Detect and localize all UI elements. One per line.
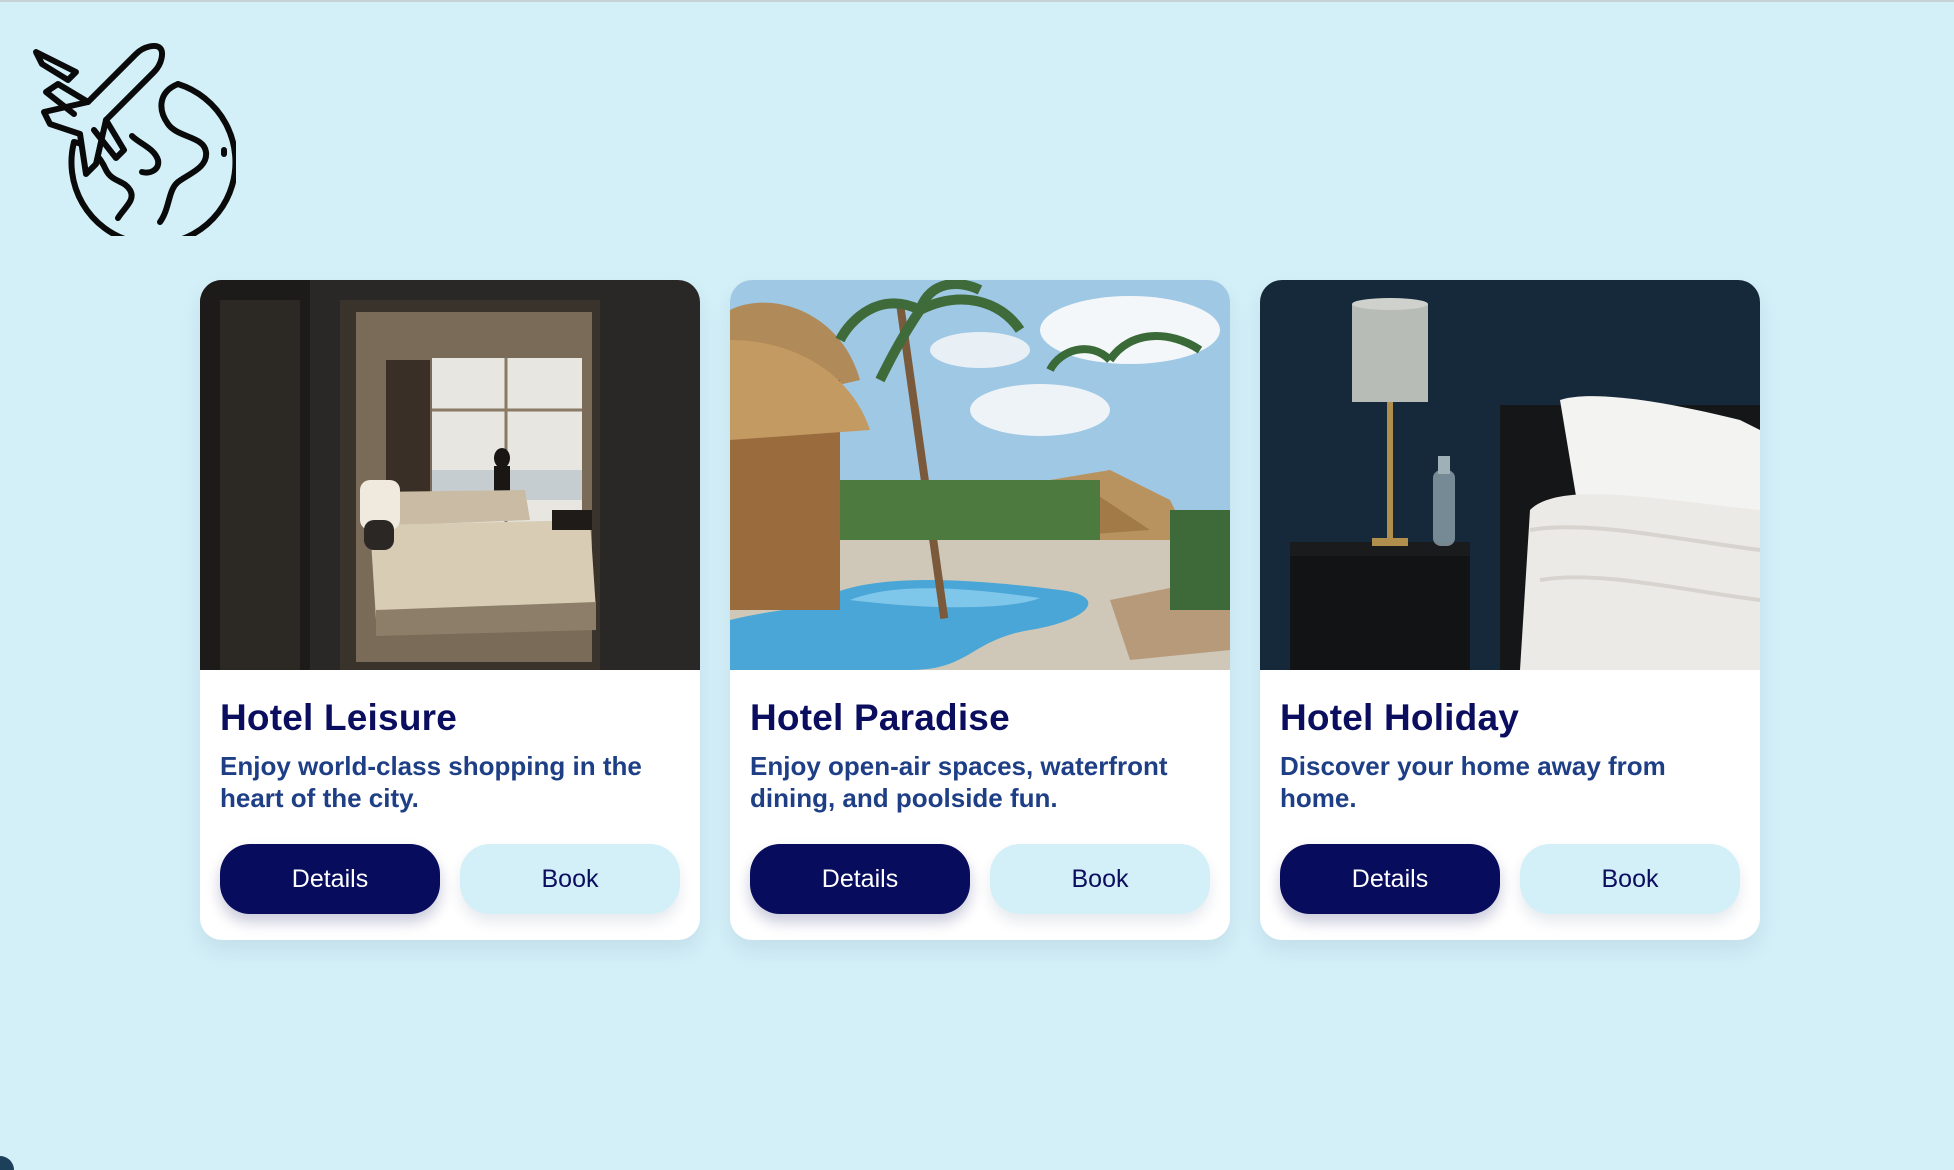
hotel-title: Hotel Paradise	[750, 697, 1010, 738]
top-border	[0, 0, 1954, 2]
hotel-holiday-photo	[1260, 280, 1760, 670]
hotel-leisure-photo	[200, 280, 700, 670]
hotel-description: Discover your home away from home.	[1280, 751, 1666, 813]
hotel-paradise-photo	[730, 280, 1230, 670]
details-button[interactable]: Details	[220, 844, 440, 914]
book-button[interactable]: Book	[1520, 844, 1740, 914]
card-actions: Details Book	[220, 844, 680, 914]
details-button[interactable]: Details	[750, 844, 970, 914]
book-button[interactable]: Book	[460, 844, 680, 914]
hotel-card-leisure: Hotel Leisure Enjoy world-class shopping…	[200, 280, 700, 940]
hotel-card-paradise: Hotel Paradise Enjoy open-air spaces, wa…	[730, 280, 1230, 940]
book-button[interactable]: Book	[990, 844, 1210, 914]
hotel-title: Hotel Leisure	[220, 697, 457, 738]
hotel-title: Hotel Holiday	[1280, 697, 1520, 738]
card-actions: Details Book	[1280, 844, 1740, 914]
card-actions: Details Book	[750, 844, 1210, 914]
details-button[interactable]: Details	[1280, 844, 1500, 914]
hotel-card-list: Hotel Leisure Enjoy world-class shopping…	[200, 280, 1760, 940]
airplane-globe-icon	[28, 32, 239, 248]
window-corner	[0, 1156, 14, 1170]
hotel-description: Enjoy world-class shopping in the heart …	[220, 751, 642, 813]
hotel-description: Enjoy open-air spaces, waterfront dining…	[750, 751, 1168, 813]
hotel-card-holiday: Hotel Holiday Discover your home away fr…	[1260, 280, 1760, 940]
